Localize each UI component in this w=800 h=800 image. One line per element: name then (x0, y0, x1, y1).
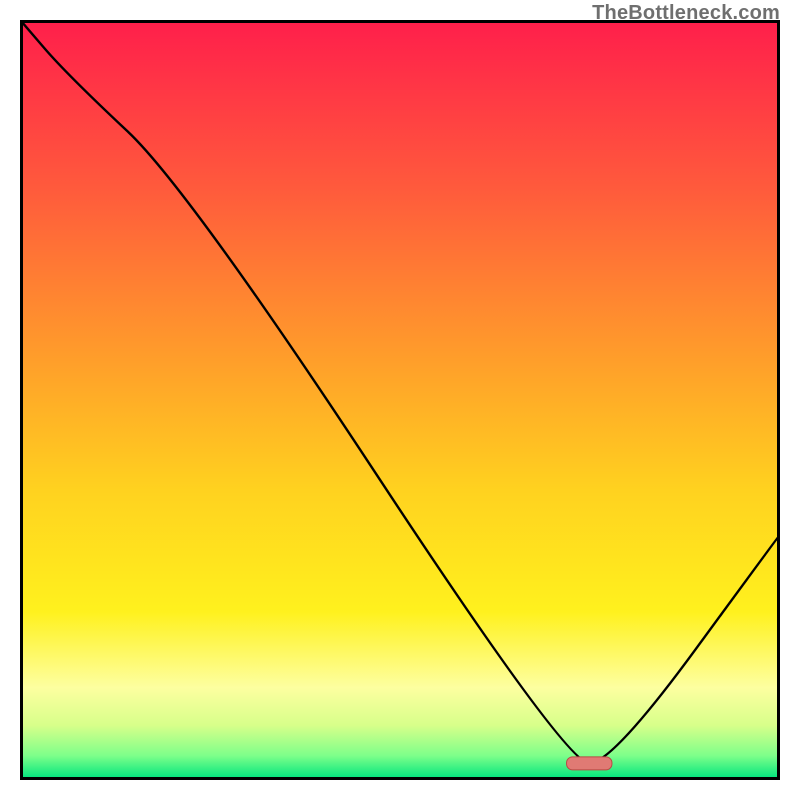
bottleneck-chart (20, 20, 780, 780)
optimal-marker (567, 757, 612, 770)
chart-background (22, 22, 779, 779)
